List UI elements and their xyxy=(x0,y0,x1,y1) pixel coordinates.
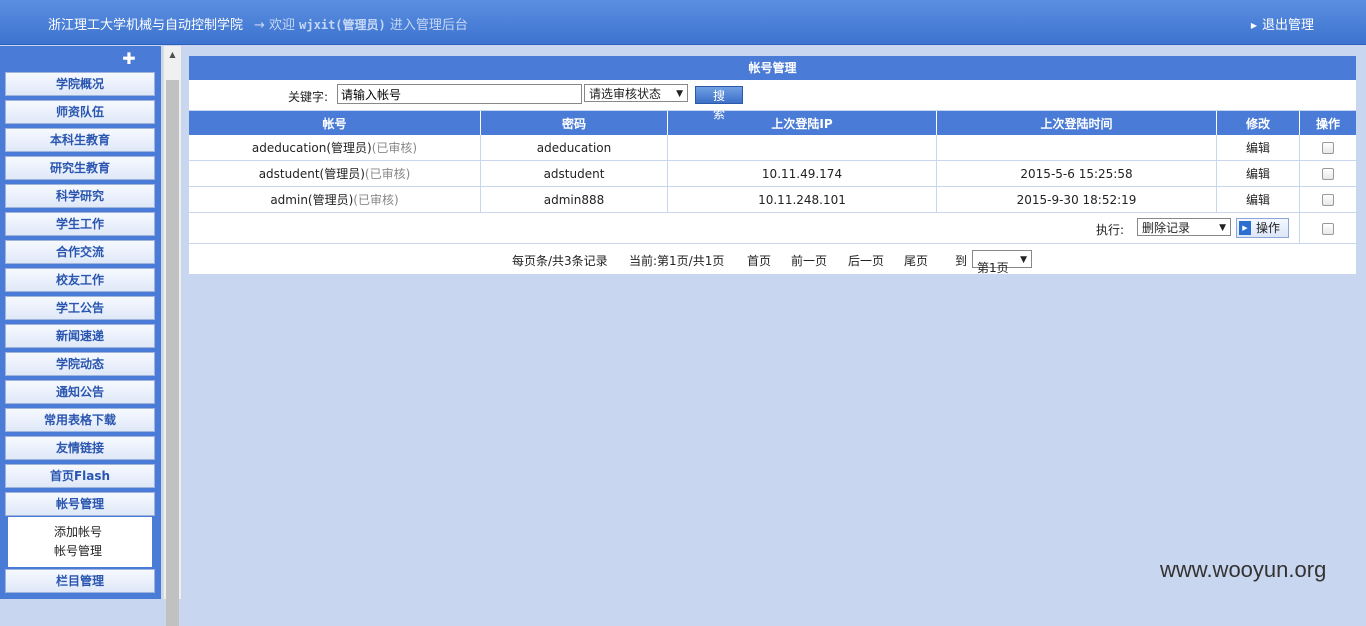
status-badge: (已审核) xyxy=(353,193,399,207)
first-page-link[interactable]: 首页 xyxy=(747,252,771,269)
play-icon: ▶ xyxy=(1239,221,1251,235)
main-panel: 帐号管理 关键字: 请选审核状态▼ 搜 索 帐号 密码 上次登陆IP 上次登陆时… xyxy=(189,56,1356,275)
accounts-table: 帐号 密码 上次登陆IP 上次登陆时间 修改 操作 adeducation(管理… xyxy=(189,111,1356,244)
watermark: www.wooyun.org xyxy=(1160,557,1327,582)
row-checkbox-cell xyxy=(1299,160,1356,187)
account-cell: admin(管理员)(已审核) xyxy=(189,186,481,213)
sidebar-item-forms-download[interactable]: 常用表格下载 xyxy=(5,408,155,432)
sidebar-item-college-overview[interactable]: 学院概况 xyxy=(5,72,155,96)
scroll-up-icon[interactable]: ▲ xyxy=(164,46,181,63)
edit-link[interactable]: 编辑 xyxy=(1216,135,1300,161)
dropdown-arrow-icon: ▼ xyxy=(1219,223,1226,233)
scrollbar-thumb[interactable] xyxy=(166,80,179,626)
sidebar-item-student-notices[interactable]: 学工公告 xyxy=(5,296,155,320)
execute-action-select[interactable]: 删除记录 ▼ xyxy=(1137,218,1231,236)
arrow-right-icon: ▶ xyxy=(1250,21,1257,30)
header-edit: 修改 xyxy=(1216,111,1300,135)
ip-cell xyxy=(667,135,937,161)
row-checkbox[interactable] xyxy=(1322,168,1334,180)
row-checkbox[interactable] xyxy=(1322,194,1334,206)
status-badge: (已审核) xyxy=(364,167,411,181)
password-cell: admin888 xyxy=(480,186,668,213)
sidebar-item-links[interactable]: 友情链接 xyxy=(5,436,155,460)
select-all-cell xyxy=(1299,212,1356,244)
time-cell: 2015-5-6 15:25:58 xyxy=(936,160,1217,187)
select-all-checkbox[interactable] xyxy=(1322,222,1334,235)
sidebar-item-graduate[interactable]: 研究生教育 xyxy=(5,156,155,180)
password-cell: adeducation xyxy=(480,135,668,161)
row-checkbox-cell xyxy=(1299,135,1356,161)
records-info: 每页条/共3条记录 xyxy=(512,254,608,268)
table-row: adeducation(管理员)(已审核) adeducation 编辑 xyxy=(189,135,1356,161)
submenu-add-account[interactable]: 添加帐号 xyxy=(54,523,152,542)
header-last-time: 上次登陆时间 xyxy=(936,111,1217,135)
expand-all-icon[interactable]: ✚ xyxy=(122,51,136,67)
top-header: 浙江理工大学机械与自动控制学院 → 欢迎 wjxit(管理员) 进入管理后台 ▶… xyxy=(0,0,1366,45)
logout-link[interactable]: ▶ 退出管理 xyxy=(1251,14,1314,33)
submenu-account-management[interactable]: 帐号管理 xyxy=(54,542,152,561)
sidebar-item-account-management[interactable]: 帐号管理 xyxy=(5,492,155,516)
next-page-link[interactable]: 后一页 xyxy=(848,252,884,269)
pagination: 每页条/共3条记录 当前:第1页/共1页 首页 前一页 后一页 尾页 到 第1页… xyxy=(189,244,1356,275)
keyword-input[interactable] xyxy=(337,84,582,104)
sidebar-item-alumni[interactable]: 校友工作 xyxy=(5,268,155,292)
account-cell: adstudent(管理员)(已审核) xyxy=(189,160,481,187)
page-select[interactable]: 第1页 ▼ xyxy=(972,250,1032,275)
search-bar: 关键字: 请选审核状态▼ 搜 索 xyxy=(189,80,1356,121)
welcome-message: → 欢迎 wjxit(管理员) 进入管理后台 xyxy=(254,18,468,33)
sidebar-item-column-management[interactable]: 栏目管理 xyxy=(5,569,155,593)
site-name: 浙江理工大学机械与自动控制学院 xyxy=(48,18,244,33)
sidebar: ✚ 学院概况 师资队伍 本科生教育 研究生教育 科学研究 学生工作 合作交流 校… xyxy=(0,46,161,599)
header-password: 密码 xyxy=(480,111,668,135)
ip-cell: 10.11.49.174 xyxy=(667,160,937,187)
prev-page-link[interactable]: 前一页 xyxy=(791,252,827,269)
sidebar-menu: 学院概况 师资队伍 本科生教育 研究生教育 科学研究 学生工作 合作交流 校友工… xyxy=(5,72,155,597)
time-cell xyxy=(936,135,1217,161)
keyword-label: 关键字: xyxy=(288,90,329,104)
status-select[interactable]: 请选审核状态 ▼ xyxy=(584,84,688,102)
search-button[interactable]: 搜 索 xyxy=(695,86,743,121)
panel-title: 帐号管理 xyxy=(189,56,1356,80)
sidebar-scrollbar[interactable]: ▲ xyxy=(163,46,181,626)
goto-label: 到 xyxy=(955,254,968,268)
sidebar-item-faculty[interactable]: 师资队伍 xyxy=(5,100,155,124)
sidebar-item-announcements[interactable]: 通知公告 xyxy=(5,380,155,404)
edit-link[interactable]: 编辑 xyxy=(1216,186,1300,213)
header-operation: 操作 xyxy=(1299,111,1356,135)
edit-link[interactable]: 编辑 xyxy=(1216,160,1300,187)
ip-cell: 10.11.248.101 xyxy=(667,186,937,213)
operate-button[interactable]: ▶ 操作 xyxy=(1236,218,1289,238)
header-account: 帐号 xyxy=(189,111,481,135)
sidebar-item-cooperation[interactable]: 合作交流 xyxy=(5,240,155,264)
status-badge: (已审核) xyxy=(371,141,418,155)
sidebar-item-research[interactable]: 科学研究 xyxy=(5,184,155,208)
dropdown-arrow-icon: ▼ xyxy=(1020,255,1027,265)
last-page-link[interactable]: 尾页 xyxy=(904,252,928,269)
table-row: adstudent(管理员)(已审核) adstudent 10.11.49.1… xyxy=(189,160,1356,187)
time-cell: 2015-9-30 18:52:19 xyxy=(936,186,1217,213)
password-cell: adstudent xyxy=(480,160,668,187)
sidebar-item-homepage-flash[interactable]: 首页Flash xyxy=(5,464,155,488)
sidebar-item-college-news[interactable]: 学院动态 xyxy=(5,352,155,376)
username: wjxit(管理员) xyxy=(299,18,386,32)
account-cell: adeducation(管理员)(已审核) xyxy=(189,135,481,161)
sidebar-item-undergraduate[interactable]: 本科生教育 xyxy=(5,128,155,152)
sidebar-item-news[interactable]: 新闻速递 xyxy=(5,324,155,348)
page-info: 当前:第1页/共1页 xyxy=(629,254,725,268)
row-checkbox-cell xyxy=(1299,186,1356,213)
row-checkbox[interactable] xyxy=(1322,142,1334,154)
execute-label: 执行: xyxy=(1096,223,1125,237)
execute-row: 执行: 删除记录 ▼ ▶ 操作 xyxy=(189,212,1356,244)
account-submenu: 添加帐号 帐号管理 xyxy=(8,517,152,567)
dropdown-arrow-icon: ▼ xyxy=(676,89,683,99)
header-last-ip: 上次登陆IP xyxy=(667,111,937,135)
sidebar-item-student-work[interactable]: 学生工作 xyxy=(5,212,155,236)
table-row: admin(管理员)(已审核) admin888 10.11.248.101 2… xyxy=(189,186,1356,213)
